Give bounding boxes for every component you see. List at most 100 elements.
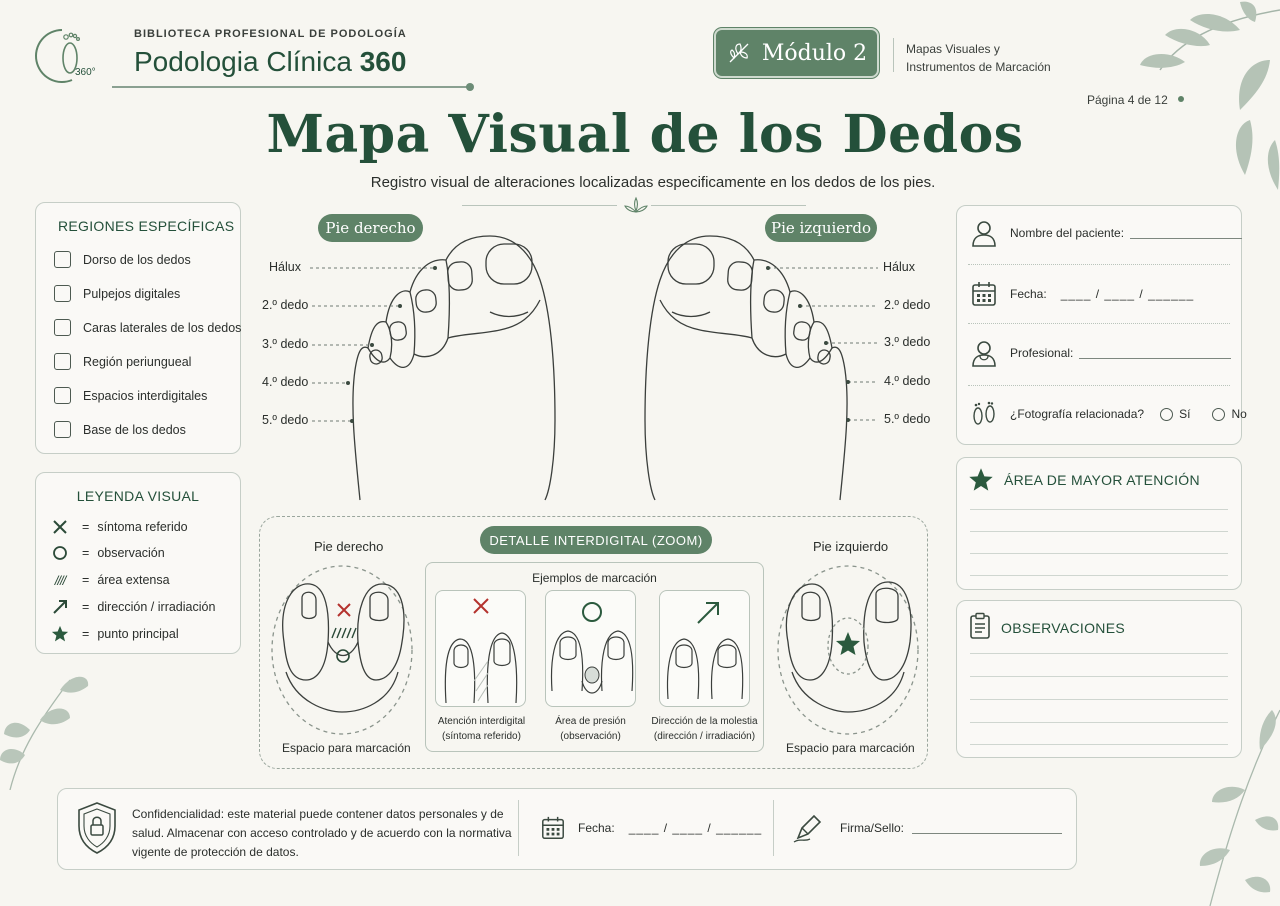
module-badge: Módulo 2: [714, 28, 879, 78]
legend-item: = observación: [48, 544, 165, 562]
region-row-base[interactable]: Base de los dedos: [54, 421, 186, 438]
footer-date-field[interactable]: Fecha: ____ / ____ / ______: [540, 815, 762, 841]
brand-underline-dot: [466, 83, 474, 91]
region-checkbox[interactable]: [54, 421, 71, 438]
zoom-right-space-label: Espacio para marcación: [282, 741, 411, 755]
regions-title: REGIONES ESPECÍFICAS: [58, 218, 235, 234]
module-description: Mapas Visuales y Instrumentos de Marcaci…: [906, 40, 1066, 76]
library-name: BIBLIOTECA PROFESIONAL DE PODOLOGÍA: [134, 28, 407, 40]
photo-yes-radio[interactable]: [1160, 407, 1174, 421]
module-desc-line2: Instrumentos de Marcación: [906, 60, 1051, 74]
brand-name-number: 360: [359, 46, 407, 77]
leaf-icon: [729, 43, 749, 63]
example-caption-direction: Dirección de la molestia (dirección / irr…: [651, 716, 758, 742]
professional-blank[interactable]: [1079, 347, 1232, 359]
toe-label-left-3: 3.º dedo: [884, 335, 931, 349]
toe-label-left-5: 5.º dedo: [884, 412, 931, 426]
legend-label: dirección / irradiación: [97, 600, 216, 614]
patient-name-field[interactable]: Nombre del paciente:: [970, 219, 1243, 247]
zoom-right-foot-label: Pie derecho: [314, 539, 384, 554]
brand-name-main: Podologia Clínica: [134, 46, 352, 77]
footer-separator: [773, 800, 774, 856]
legend-equals: =: [82, 600, 90, 614]
x-mark-icon: [48, 518, 72, 536]
toe-label-left-4: 4.º dedo: [884, 374, 931, 388]
zoom-left-foot-drawing[interactable]: [772, 562, 924, 738]
feet-illustration: [310, 235, 878, 501]
divider-right: [651, 205, 806, 206]
footer-signature-field[interactable]: Firma/Sello:: [792, 812, 1063, 844]
professional-field[interactable]: Profesional:: [970, 339, 1232, 367]
observations-line[interactable]: [970, 699, 1228, 700]
region-label: Dorso de los dedos: [83, 252, 191, 267]
region-checkbox[interactable]: [54, 353, 71, 370]
region-checkbox[interactable]: [54, 319, 71, 336]
example-card-direction: [659, 590, 750, 707]
attention-line[interactable]: [970, 553, 1228, 554]
module-label: Módulo 2: [761, 40, 868, 66]
photo-no-radio[interactable]: [1212, 407, 1226, 421]
toe-label-right-halux: Hálux: [269, 260, 301, 274]
observations-line[interactable]: [970, 722, 1228, 723]
zoom-left-foot-label: Pie izquierdo: [813, 539, 889, 554]
signature-label: Firma/Sello:: [840, 821, 905, 835]
clipboard-icon: [970, 612, 990, 639]
region-checkbox[interactable]: [54, 285, 71, 302]
right-foot-outline: [352, 235, 556, 501]
legend-label: área extensa: [97, 573, 170, 587]
zoom-right-foot-drawing[interactable]: [266, 562, 418, 738]
observations-line[interactable]: [970, 653, 1228, 654]
region-label: Pulpejos digitales: [83, 286, 181, 301]
attention-line[interactable]: [970, 575, 1228, 576]
page-indicator-dot: [1178, 96, 1184, 102]
person-icon: [972, 221, 996, 247]
observations-line[interactable]: [970, 744, 1228, 745]
legend-item: = síntoma referido: [48, 518, 188, 536]
shield-lock-icon: [78, 802, 116, 854]
legend-label: observación: [97, 546, 165, 560]
brand-name: Podologia Clínica 360: [134, 46, 406, 78]
attention-line[interactable]: [970, 531, 1228, 532]
doctor-icon: [972, 341, 996, 367]
example-card-symptom: [435, 590, 526, 707]
calendar-icon: [972, 282, 996, 306]
calendar-icon: [542, 816, 564, 839]
observations-title: OBSERVACIONES: [1001, 620, 1125, 636]
page-subtitle: Registro visual de alteraciones localiza…: [370, 174, 936, 191]
patient-date-blank[interactable]: ____ / ____ / ______: [1061, 287, 1194, 301]
leaf-ornament-icon: [624, 196, 648, 213]
legend-title: LEYENDA VISUAL: [76, 488, 200, 504]
region-checkbox[interactable]: [54, 387, 71, 404]
signature-blank[interactable]: [912, 822, 1063, 834]
legend-label: síntoma referido: [97, 520, 188, 534]
observations-line[interactable]: [970, 676, 1228, 677]
hatch-icon: ////: [54, 572, 66, 588]
region-row-interdigitales[interactable]: Espacios interdigitales: [54, 387, 207, 404]
photo-field: ¿Fotografía relacionada? Sí No: [970, 400, 1247, 428]
region-label: Espacios interdigitales: [83, 388, 208, 403]
legend-equals: =: [82, 573, 90, 587]
footprints-icon: [973, 401, 995, 425]
region-row-caras-laterales[interactable]: Caras laterales de los dedos: [54, 319, 241, 336]
region-row-pulpejos[interactable]: Pulpejos digitales: [54, 285, 180, 302]
region-row-dorso[interactable]: Dorso de los dedos: [54, 251, 191, 268]
toe-label-right-3: 3.º dedo: [262, 337, 309, 351]
patient-name-blank[interactable]: [1130, 227, 1243, 239]
patient-separator: [968, 323, 1230, 324]
region-label: Base de los dedos: [83, 422, 186, 437]
module-separator: [893, 38, 894, 72]
toe-label-right-5: 5.º dedo: [262, 413, 309, 427]
photo-label: ¿Fotografía relacionada?: [1010, 407, 1145, 421]
divider-left: [462, 205, 617, 206]
region-row-periungueal[interactable]: Región periungueal: [54, 353, 191, 370]
region-checkbox[interactable]: [54, 251, 71, 268]
toe-label-right-4: 4.º dedo: [262, 375, 309, 389]
toe-label-right-2: 2.º dedo: [262, 298, 309, 312]
patient-separator: [968, 264, 1230, 265]
patient-date-field[interactable]: Fecha: ____ / ____ / ______: [970, 280, 1194, 308]
pen-icon: [793, 814, 822, 843]
footer-date-blank[interactable]: ____ / ____ / ______: [629, 821, 762, 835]
professional-label: Profesional:: [1010, 346, 1074, 360]
region-label: Caras laterales de los dedos: [83, 320, 242, 335]
attention-line[interactable]: [970, 509, 1228, 510]
